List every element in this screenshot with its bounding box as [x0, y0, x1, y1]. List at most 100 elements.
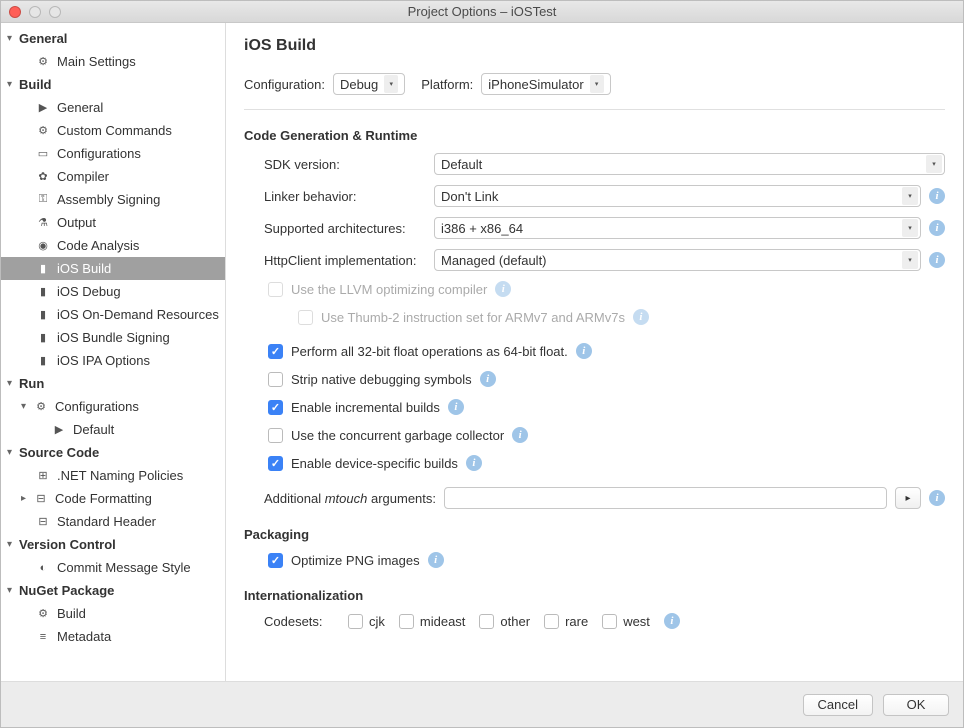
incremental-row: Enable incremental builds i	[244, 399, 945, 415]
sidebar-item-commit-style[interactable]: ◐Commit Message Style	[1, 556, 225, 579]
httpclient-select[interactable]: Managed (default)▾	[434, 249, 921, 271]
arch-label: Supported architectures:	[244, 221, 434, 236]
sidebar-general[interactable]: ▾General	[1, 27, 225, 50]
section-codegen: Code Generation & Runtime	[244, 128, 945, 143]
cancel-button[interactable]: Cancel	[803, 694, 873, 716]
page-title: iOS Build	[244, 37, 945, 55]
sidebar-source-code[interactable]: ▾Source Code	[1, 441, 225, 464]
sidebar-item-ios-ipa[interactable]: ▮iOS IPA Options	[1, 349, 225, 372]
codeset-other-checkbox[interactable]	[479, 614, 494, 629]
info-icon[interactable]: i	[929, 252, 945, 268]
sidebar-version-control[interactable]: ▾Version Control	[1, 533, 225, 556]
sidebar-item-assembly-signing[interactable]: ⚿Assembly Signing	[1, 188, 225, 211]
codeset-mideast-checkbox[interactable]	[399, 614, 414, 629]
info-icon[interactable]: i	[929, 188, 945, 204]
format-icon: ⊟	[33, 491, 49, 507]
sidebar-item-main-settings[interactable]: ⚙Main Settings	[1, 50, 225, 73]
info-icon[interactable]: i	[576, 343, 592, 359]
sidebar-item-nuget-build[interactable]: ⚙Build	[1, 602, 225, 625]
sidebar-item-code-formatting[interactable]: ▸⊟Code Formatting	[1, 487, 225, 510]
thumb2-checkbox	[298, 310, 313, 325]
sidebar-item-build-general[interactable]: ▶General	[1, 96, 225, 119]
linker-select[interactable]: Don't Link▾	[434, 185, 921, 207]
sidebar-build[interactable]: ▾Build	[1, 73, 225, 96]
mtouch-label: Additional mtouch arguments:	[244, 491, 444, 506]
concurrent-gc-label: Use the concurrent garbage collector	[291, 428, 504, 443]
info-icon[interactable]: i	[664, 613, 680, 629]
info-icon[interactable]: i	[428, 552, 444, 568]
device-builds-row: Enable device-specific builds i	[244, 455, 945, 471]
config-platform-row: Configuration: Debug▾ Platform: iPhoneSi…	[244, 73, 945, 95]
chevron-down-icon: ▾	[902, 187, 918, 205]
linker-label: Linker behavior:	[244, 189, 434, 204]
sidebar-item-ios-debug[interactable]: ▮iOS Debug	[1, 280, 225, 303]
httpclient-label: HttpClient implementation:	[244, 253, 434, 268]
incremental-checkbox[interactable]	[268, 400, 283, 415]
float64-row: Perform all 32-bit float operations as 6…	[244, 343, 945, 359]
chevron-down-icon: ▾	[902, 219, 918, 237]
key-icon: ⚿	[35, 192, 51, 208]
project-options-window: Project Options – iOSTest ▾General ⚙Main…	[0, 0, 964, 728]
phone-icon: ▮	[35, 284, 51, 300]
info-icon[interactable]: i	[929, 490, 945, 506]
sidebar-item-ios-bundle-signing[interactable]: ▮iOS Bundle Signing	[1, 326, 225, 349]
device-builds-checkbox[interactable]	[268, 456, 283, 471]
info-icon[interactable]: i	[495, 281, 511, 297]
play-icon: ▶	[35, 100, 51, 116]
llvm-row: Use the LLVM optimizing compiler i	[244, 281, 945, 297]
concurrent-gc-checkbox[interactable]	[268, 428, 283, 443]
commit-icon: ◐	[35, 560, 51, 576]
sidebar: ▾General ⚙Main Settings ▾Build ▶General …	[1, 23, 226, 681]
info-icon[interactable]: i	[448, 399, 464, 415]
sidebar-item-code-analysis[interactable]: ◉Code Analysis	[1, 234, 225, 257]
ok-button[interactable]: OK	[883, 694, 949, 716]
info-icon[interactable]: i	[480, 371, 496, 387]
info-icon[interactable]: i	[512, 427, 528, 443]
sidebar-item-standard-header[interactable]: ⊟Standard Header	[1, 510, 225, 533]
strip-row: Strip native debugging symbols i	[244, 371, 945, 387]
info-icon[interactable]: i	[633, 309, 649, 325]
optimize-png-checkbox[interactable]	[268, 553, 283, 568]
codeset-west-checkbox[interactable]	[602, 614, 617, 629]
sidebar-item-custom-commands[interactable]: ⚙Custom Commands	[1, 119, 225, 142]
mtouch-input[interactable]	[444, 487, 887, 509]
sidebar-item-nuget-metadata[interactable]: ≡Metadata	[1, 625, 225, 648]
codeset-cjk-checkbox[interactable]	[348, 614, 363, 629]
sidebar-run[interactable]: ▾Run	[1, 372, 225, 395]
list-icon: ≡	[35, 629, 51, 645]
optimize-png-row: Optimize PNG images i	[244, 552, 945, 568]
sidebar-item-naming-policies[interactable]: ⊞.NET Naming Policies	[1, 464, 225, 487]
sidebar-item-run-default[interactable]: ▶Default	[1, 418, 225, 441]
gear-icon: ⚙	[33, 399, 49, 415]
float64-checkbox[interactable]	[268, 344, 283, 359]
play-icon: ▶	[51, 422, 67, 438]
info-icon[interactable]: i	[466, 455, 482, 471]
sidebar-item-configurations[interactable]: ▭Configurations	[1, 142, 225, 165]
info-icon[interactable]: i	[929, 220, 945, 236]
target-icon: ◉	[35, 238, 51, 254]
sdk-select[interactable]: Default▾	[434, 153, 945, 175]
dialog-footer: Cancel OK	[1, 681, 963, 727]
sidebar-item-ios-ondemand[interactable]: ▮iOS On-Demand Resources	[1, 303, 225, 326]
titlebar: Project Options – iOSTest	[1, 1, 963, 23]
codeset-rare-checkbox[interactable]	[544, 614, 559, 629]
header-icon: ⊟	[35, 514, 51, 530]
sidebar-nuget[interactable]: ▾NuGet Package	[1, 579, 225, 602]
window-title: Project Options – iOSTest	[1, 4, 963, 19]
arch-select[interactable]: i386 + x86_64▾	[434, 217, 921, 239]
mtouch-browse-button[interactable]: ▸	[895, 487, 921, 509]
phone-icon: ▮	[35, 330, 51, 346]
configuration-select[interactable]: Debug▾	[333, 73, 405, 95]
sidebar-item-output[interactable]: ⚗Output	[1, 211, 225, 234]
strip-checkbox[interactable]	[268, 372, 283, 387]
sidebar-item-run-configurations[interactable]: ▾⚙Configurations	[1, 395, 225, 418]
float64-label: Perform all 32-bit float operations as 6…	[291, 344, 568, 359]
sidebar-item-ios-build[interactable]: ▮iOS Build	[1, 257, 225, 280]
box-icon: ▭	[35, 146, 51, 162]
thumb2-row: Use Thumb-2 instruction set for ARMv7 an…	[244, 309, 945, 325]
flask-icon: ⚗	[35, 215, 51, 231]
sidebar-item-compiler[interactable]: ✿Compiler	[1, 165, 225, 188]
platform-select[interactable]: iPhoneSimulator▾	[481, 73, 610, 95]
strip-label: Strip native debugging symbols	[291, 372, 472, 387]
chevron-down-icon: ▾	[384, 75, 398, 93]
